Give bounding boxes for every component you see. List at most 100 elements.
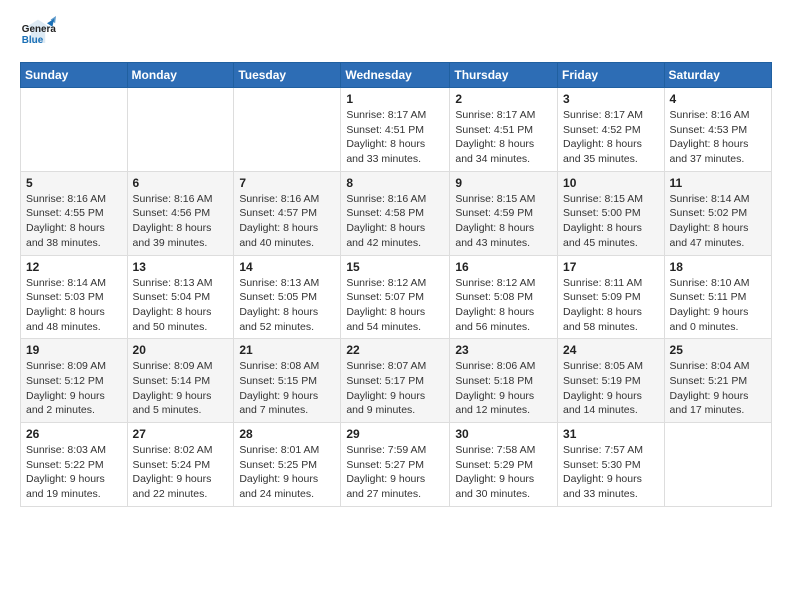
day-info: Sunrise: 8:12 AMSunset: 5:07 PMDaylight:…: [346, 276, 444, 335]
day-info: Sunrise: 8:16 AMSunset: 4:53 PMDaylight:…: [670, 108, 766, 167]
day-number: 5: [26, 176, 122, 190]
calendar-cell: 10 Sunrise: 8:15 AMSunset: 5:00 PMDayligh…: [558, 171, 665, 255]
calendar-cell: 17 Sunrise: 8:11 AMSunset: 5:09 PMDayligh…: [558, 255, 665, 339]
calendar-cell: 27 Sunrise: 8:02 AMSunset: 5:24 PMDayligh…: [127, 423, 234, 507]
day-number: 7: [239, 176, 335, 190]
calendar-week-row: 12 Sunrise: 8:14 AMSunset: 5:03 PMDayligh…: [21, 255, 772, 339]
day-number: 24: [563, 343, 659, 357]
calendar-cell: 18Sunrise: 8:10 AMSunset: 5:11 PMDayligh…: [664, 255, 771, 339]
col-header-saturday: Saturday: [664, 63, 771, 88]
day-number: 3: [563, 92, 659, 106]
day-info: Sunrise: 8:14 AMSunset: 5:02 PMDaylight:…: [670, 192, 766, 251]
day-number: 25: [670, 343, 766, 357]
day-info: Sunrise: 8:10 AMSunset: 5:11 PMDaylight:…: [670, 276, 766, 335]
day-info: Sunrise: 8:15 AMSunset: 5:00 PMDaylight:…: [563, 192, 659, 251]
calendar-cell: 29Sunrise: 7:59 AMSunset: 5:27 PMDayligh…: [341, 423, 450, 507]
col-header-friday: Friday: [558, 63, 665, 88]
calendar-cell: [21, 88, 128, 172]
calendar-header-row: SundayMondayTuesdayWednesdayThursdayFrid…: [21, 63, 772, 88]
day-info: Sunrise: 8:15 AMSunset: 4:59 PMDaylight:…: [455, 192, 552, 251]
day-info: Sunrise: 8:13 AMSunset: 5:05 PMDaylight:…: [239, 276, 335, 335]
calendar-cell: 23Sunrise: 8:06 AMSunset: 5:18 PMDayligh…: [450, 339, 558, 423]
calendar-cell: 14 Sunrise: 8:13 AMSunset: 5:05 PMDayligh…: [234, 255, 341, 339]
day-number: 6: [133, 176, 229, 190]
calendar-cell: 30Sunrise: 7:58 AMSunset: 5:29 PMDayligh…: [450, 423, 558, 507]
calendar-cell: 22 Sunrise: 8:07 AMSunset: 5:17 PMDayligh…: [341, 339, 450, 423]
calendar-cell: 26 Sunrise: 8:03 AMSunset: 5:22 PMDayligh…: [21, 423, 128, 507]
calendar-cell: 11Sunrise: 8:14 AMSunset: 5:02 PMDayligh…: [664, 171, 771, 255]
day-number: 22: [346, 343, 444, 357]
day-info: Sunrise: 8:17 AMSunset: 4:51 PMDaylight:…: [455, 108, 552, 167]
calendar-cell: 20Sunrise: 8:09 AMSunset: 5:14 PMDayligh…: [127, 339, 234, 423]
calendar-cell: 15 Sunrise: 8:12 AMSunset: 5:07 PMDayligh…: [341, 255, 450, 339]
calendar-cell: 12 Sunrise: 8:14 AMSunset: 5:03 PMDayligh…: [21, 255, 128, 339]
col-header-sunday: Sunday: [21, 63, 128, 88]
day-info: Sunrise: 8:09 AMSunset: 5:12 PMDaylight:…: [26, 359, 122, 418]
day-info: Sunrise: 8:16 AMSunset: 4:58 PMDaylight:…: [346, 192, 444, 251]
day-info: Sunrise: 8:17 AMSunset: 4:51 PMDaylight:…: [346, 108, 444, 167]
day-info: Sunrise: 8:16 AMSunset: 4:56 PMDaylight:…: [133, 192, 229, 251]
day-info: Sunrise: 8:07 AMSunset: 5:17 PMDaylight:…: [346, 359, 444, 418]
calendar-cell: [664, 423, 771, 507]
day-number: 21: [239, 343, 335, 357]
day-info: Sunrise: 8:05 AMSunset: 5:19 PMDaylight:…: [563, 359, 659, 418]
header: General Blue: [20, 16, 772, 52]
day-number: 20: [133, 343, 229, 357]
calendar-cell: 24 Sunrise: 8:05 AMSunset: 5:19 PMDayligh…: [558, 339, 665, 423]
day-info: Sunrise: 8:16 AMSunset: 4:57 PMDaylight:…: [239, 192, 335, 251]
day-number: 15: [346, 260, 444, 274]
calendar-cell: [127, 88, 234, 172]
day-info: Sunrise: 8:11 AMSunset: 5:09 PMDaylight:…: [563, 276, 659, 335]
col-header-wednesday: Wednesday: [341, 63, 450, 88]
calendar-cell: 13Sunrise: 8:13 AMSunset: 5:04 PMDayligh…: [127, 255, 234, 339]
calendar-cell: 25 Sunrise: 8:04 AMSunset: 5:21 PMDayligh…: [664, 339, 771, 423]
day-number: 8: [346, 176, 444, 190]
calendar-week-row: 5 Sunrise: 8:16 AMSunset: 4:55 PMDaylight…: [21, 171, 772, 255]
day-info: Sunrise: 7:57 AMSunset: 5:30 PMDaylight:…: [563, 443, 659, 502]
day-info: Sunrise: 8:14 AMSunset: 5:03 PMDaylight:…: [26, 276, 122, 335]
day-number: 28: [239, 427, 335, 441]
calendar-cell: 16Sunrise: 8:12 AMSunset: 5:08 PMDayligh…: [450, 255, 558, 339]
day-info: Sunrise: 8:17 AMSunset: 4:52 PMDaylight:…: [563, 108, 659, 167]
logo-icon: General Blue: [20, 16, 56, 52]
day-number: 2: [455, 92, 552, 106]
day-info: Sunrise: 7:58 AMSunset: 5:29 PMDaylight:…: [455, 443, 552, 502]
day-info: Sunrise: 8:16 AMSunset: 4:55 PMDaylight:…: [26, 192, 122, 251]
calendar-table: SundayMondayTuesdayWednesdayThursdayFrid…: [20, 62, 772, 507]
calendar-cell: 6 Sunrise: 8:16 AMSunset: 4:56 PMDaylight…: [127, 171, 234, 255]
day-number: 1: [346, 92, 444, 106]
day-info: Sunrise: 8:04 AMSunset: 5:21 PMDaylight:…: [670, 359, 766, 418]
svg-text:General: General: [22, 24, 56, 35]
calendar-cell: 21Sunrise: 8:08 AMSunset: 5:15 PMDayligh…: [234, 339, 341, 423]
logo: General Blue: [20, 16, 56, 52]
day-number: 26: [26, 427, 122, 441]
calendar-cell: 7 Sunrise: 8:16 AMSunset: 4:57 PMDaylight…: [234, 171, 341, 255]
day-number: 14: [239, 260, 335, 274]
day-info: Sunrise: 7:59 AMSunset: 5:27 PMDaylight:…: [346, 443, 444, 502]
day-number: 10: [563, 176, 659, 190]
day-number: 9: [455, 176, 552, 190]
col-header-monday: Monday: [127, 63, 234, 88]
calendar-cell: 9 Sunrise: 8:15 AMSunset: 4:59 PMDaylight…: [450, 171, 558, 255]
day-number: 27: [133, 427, 229, 441]
calendar-week-row: 19Sunrise: 8:09 AMSunset: 5:12 PMDayligh…: [21, 339, 772, 423]
calendar-cell: 31 Sunrise: 7:57 AMSunset: 5:30 PMDayligh…: [558, 423, 665, 507]
calendar-week-row: 26 Sunrise: 8:03 AMSunset: 5:22 PMDayligh…: [21, 423, 772, 507]
day-info: Sunrise: 8:06 AMSunset: 5:18 PMDaylight:…: [455, 359, 552, 418]
page: General Blue SundayMondayTuesdayWednesda…: [0, 0, 792, 612]
calendar-cell: [234, 88, 341, 172]
calendar-cell: 2 Sunrise: 8:17 AMSunset: 4:51 PMDaylight…: [450, 88, 558, 172]
calendar-cell: 5 Sunrise: 8:16 AMSunset: 4:55 PMDaylight…: [21, 171, 128, 255]
day-number: 4: [670, 92, 766, 106]
day-number: 17: [563, 260, 659, 274]
calendar-cell: 3 Sunrise: 8:17 AMSunset: 4:52 PMDaylight…: [558, 88, 665, 172]
col-header-tuesday: Tuesday: [234, 63, 341, 88]
day-number: 16: [455, 260, 552, 274]
day-info: Sunrise: 8:03 AMSunset: 5:22 PMDaylight:…: [26, 443, 122, 502]
svg-text:Blue: Blue: [22, 35, 44, 46]
day-info: Sunrise: 8:13 AMSunset: 5:04 PMDaylight:…: [133, 276, 229, 335]
calendar-week-row: 1 Sunrise: 8:17 AMSunset: 4:51 PMDaylight…: [21, 88, 772, 172]
day-number: 12: [26, 260, 122, 274]
day-number: 31: [563, 427, 659, 441]
day-info: Sunrise: 8:02 AMSunset: 5:24 PMDaylight:…: [133, 443, 229, 502]
